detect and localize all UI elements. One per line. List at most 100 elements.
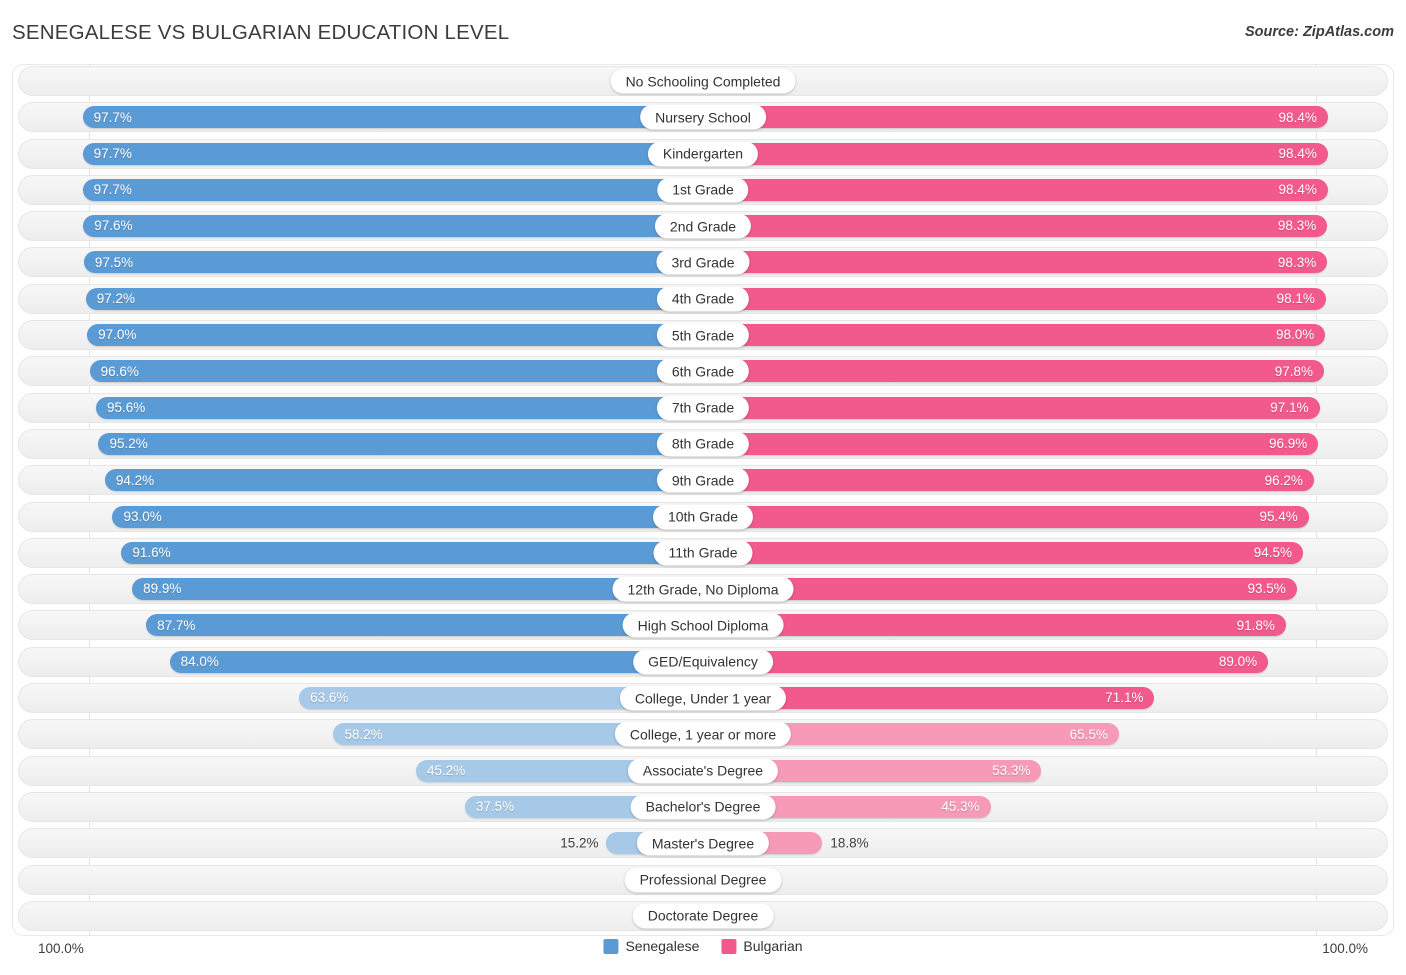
bar-senegalese: 97.7%	[83, 106, 703, 128]
bar-half-right: 93.5%	[703, 574, 1388, 604]
bar-half-left: 97.5%	[18, 247, 703, 277]
bar-half-right: 89.0%	[703, 647, 1388, 677]
chart-page: SENEGALESE VS BULGARIAN EDUCATION LEVEL …	[0, 0, 1406, 975]
legend-label: Senegalese	[625, 938, 699, 954]
category-label-chip: Nursery School	[640, 105, 766, 130]
bar-half-right: 94.5%	[703, 538, 1388, 568]
bar-value-bulgarian: 96.2%	[1265, 474, 1303, 488]
category-label-chip: 11th Grade	[653, 540, 752, 565]
bar-row: 95.6%97.1%7th Grade	[12, 393, 1394, 423]
bar-bulgarian: 89.0%	[703, 651, 1268, 673]
bar-value-senegalese: 58.2%	[344, 728, 382, 742]
bar-row: 96.6%97.8%6th Grade	[12, 356, 1394, 386]
bar-half-right: 5.7%	[703, 865, 1388, 895]
bar-value-bulgarian: 98.4%	[1279, 111, 1317, 125]
page-title: SENEGALESE VS BULGARIAN EDUCATION LEVEL	[12, 21, 509, 45]
bar-value-senegalese: 89.9%	[143, 582, 181, 596]
bar-row: 91.6% 94.5%11th Grade	[12, 538, 1394, 568]
bar-half-right: 45.3%	[703, 792, 1388, 822]
bar-bulgarian: 98.4%	[703, 143, 1328, 165]
chart-footer: 100.0% SenegaleseBulgarian 100.0%	[0, 938, 1406, 964]
category-label-chip: Associate's Degree	[628, 758, 778, 783]
bar-value-bulgarian: 93.5%	[1247, 582, 1285, 596]
category-label-chip: 4th Grade	[657, 286, 749, 311]
bar-half-right: 98.4%	[703, 175, 1388, 205]
bar-half-left: 97.0%	[18, 320, 703, 350]
bar-half-right: 91.8%	[703, 610, 1388, 640]
bar-half-left: 95.2%	[18, 429, 703, 459]
bar-row: 89.9% 93.5% 12th Grade, No Diploma	[12, 574, 1394, 604]
bar-value-bulgarian: 98.4%	[1279, 147, 1317, 161]
bar-row: 95.2%96.9%8th Grade	[12, 429, 1394, 459]
bar-value-senegalese: 95.6%	[107, 401, 145, 415]
category-label-chip: 5th Grade	[657, 323, 749, 348]
bar-value-bulgarian: 53.3%	[992, 764, 1030, 778]
bar-row: 4.6%5.7%Professional Degree	[12, 865, 1394, 895]
legend-item: Bulgarian	[721, 938, 802, 954]
bar-row: 97.7%98.4%Kindergarten	[12, 139, 1394, 169]
bar-half-right: 98.4%	[703, 102, 1388, 132]
category-label-chip: College, Under 1 year	[620, 686, 786, 711]
bar-row: 97.2% 98.1% 4th Grade	[12, 284, 1394, 314]
bar-value-bulgarian: 98.1%	[1277, 292, 1315, 306]
bar-row: 97.0% 98.0% 5th Grade	[12, 320, 1394, 350]
bar-half-right: 96.9%	[703, 429, 1388, 459]
bar-half-left: 4.6%	[18, 865, 703, 895]
axis-label-left: 100.0%	[38, 941, 84, 956]
bar-row: 87.7%91.8%High School Diploma	[12, 610, 1394, 640]
bar-senegalese: 97.5%	[84, 251, 703, 273]
bar-bulgarian: 95.4%	[703, 506, 1309, 528]
bar-half-left: 95.6%	[18, 393, 703, 423]
bar-value-senegalese: 87.7%	[157, 619, 195, 633]
bar-senegalese: 93.0%	[112, 506, 703, 528]
bar-half-right: 98.3%	[703, 211, 1388, 241]
bar-row: 58.2%65.5%College, 1 year or more	[12, 719, 1394, 749]
bar-value-bulgarian: 95.4%	[1260, 510, 1298, 524]
bar-half-left: 97.7%	[18, 102, 703, 132]
bar-row: 97.6% 98.3% 2nd Grade	[12, 211, 1394, 241]
bar-half-right: 2.4%	[703, 901, 1388, 931]
bar-bulgarian: 91.8%	[703, 614, 1286, 636]
bar-half-left: 97.6%	[18, 211, 703, 241]
bar-half-left: 96.6%	[18, 356, 703, 386]
bar-value-bulgarian: 71.1%	[1105, 691, 1143, 705]
bar-senegalese: 97.6%	[83, 215, 703, 237]
category-label-chip: 2nd Grade	[655, 214, 751, 239]
bar-value-senegalese: 91.6%	[132, 546, 170, 560]
bar-value-senegalese: 45.2%	[427, 764, 465, 778]
bar-value-bulgarian: 65.5%	[1070, 728, 1108, 742]
bar-senegalese: 94.2%	[105, 469, 703, 491]
bar-value-bulgarian: 98.3%	[1278, 219, 1316, 233]
bar-senegalese: 87.7%	[146, 614, 703, 636]
bar-half-right: 98.3%	[703, 247, 1388, 277]
bar-value-bulgarian: 89.0%	[1219, 655, 1257, 669]
bar-half-left: 2.0%	[18, 901, 703, 931]
bar-row: 15.2%18.8%Master's Degree	[12, 828, 1394, 858]
category-label-chip: Doctorate Degree	[633, 903, 774, 928]
bar-bulgarian: 97.8%	[703, 360, 1324, 382]
bar-bulgarian: 94.5%	[703, 542, 1303, 564]
bar-half-left: 2.3%	[18, 66, 703, 96]
bar-value-bulgarian: 98.0%	[1276, 328, 1314, 342]
bar-senegalese: 95.6%	[96, 397, 703, 419]
bar-value-senegalese: 97.7%	[94, 183, 132, 197]
bar-bulgarian: 97.1%	[703, 397, 1320, 419]
bar-half-left: 45.2%	[18, 756, 703, 786]
bar-half-right: 95.4%	[703, 502, 1388, 532]
bar-value-senegalese: 97.7%	[94, 147, 132, 161]
legend-swatch-senegalese	[603, 939, 618, 954]
bar-row: 45.2% 53.3% Associate's Degree	[12, 756, 1394, 786]
category-label-chip: 12th Grade, No Diploma	[613, 577, 794, 602]
bar-row: 94.2%96.2%9th Grade	[12, 465, 1394, 495]
category-label-chip: Master's Degree	[637, 831, 769, 856]
bar-row: 84.0%89.0%GED/Equivalency	[12, 647, 1394, 677]
bar-senegalese: 95.2%	[98, 433, 703, 455]
bar-half-right: 97.1%	[703, 393, 1388, 423]
bar-value-bulgarian: 91.8%	[1237, 619, 1275, 633]
bar-row: 97.7%98.4%1st Grade	[12, 175, 1394, 205]
bar-bulgarian: 98.1%	[703, 288, 1326, 310]
bar-value-senegalese: 97.2%	[97, 292, 135, 306]
bar-senegalese: 84.0%	[170, 651, 703, 673]
bar-half-right: 1.6%	[703, 66, 1388, 96]
bar-bulgarian: 96.2%	[703, 469, 1314, 491]
